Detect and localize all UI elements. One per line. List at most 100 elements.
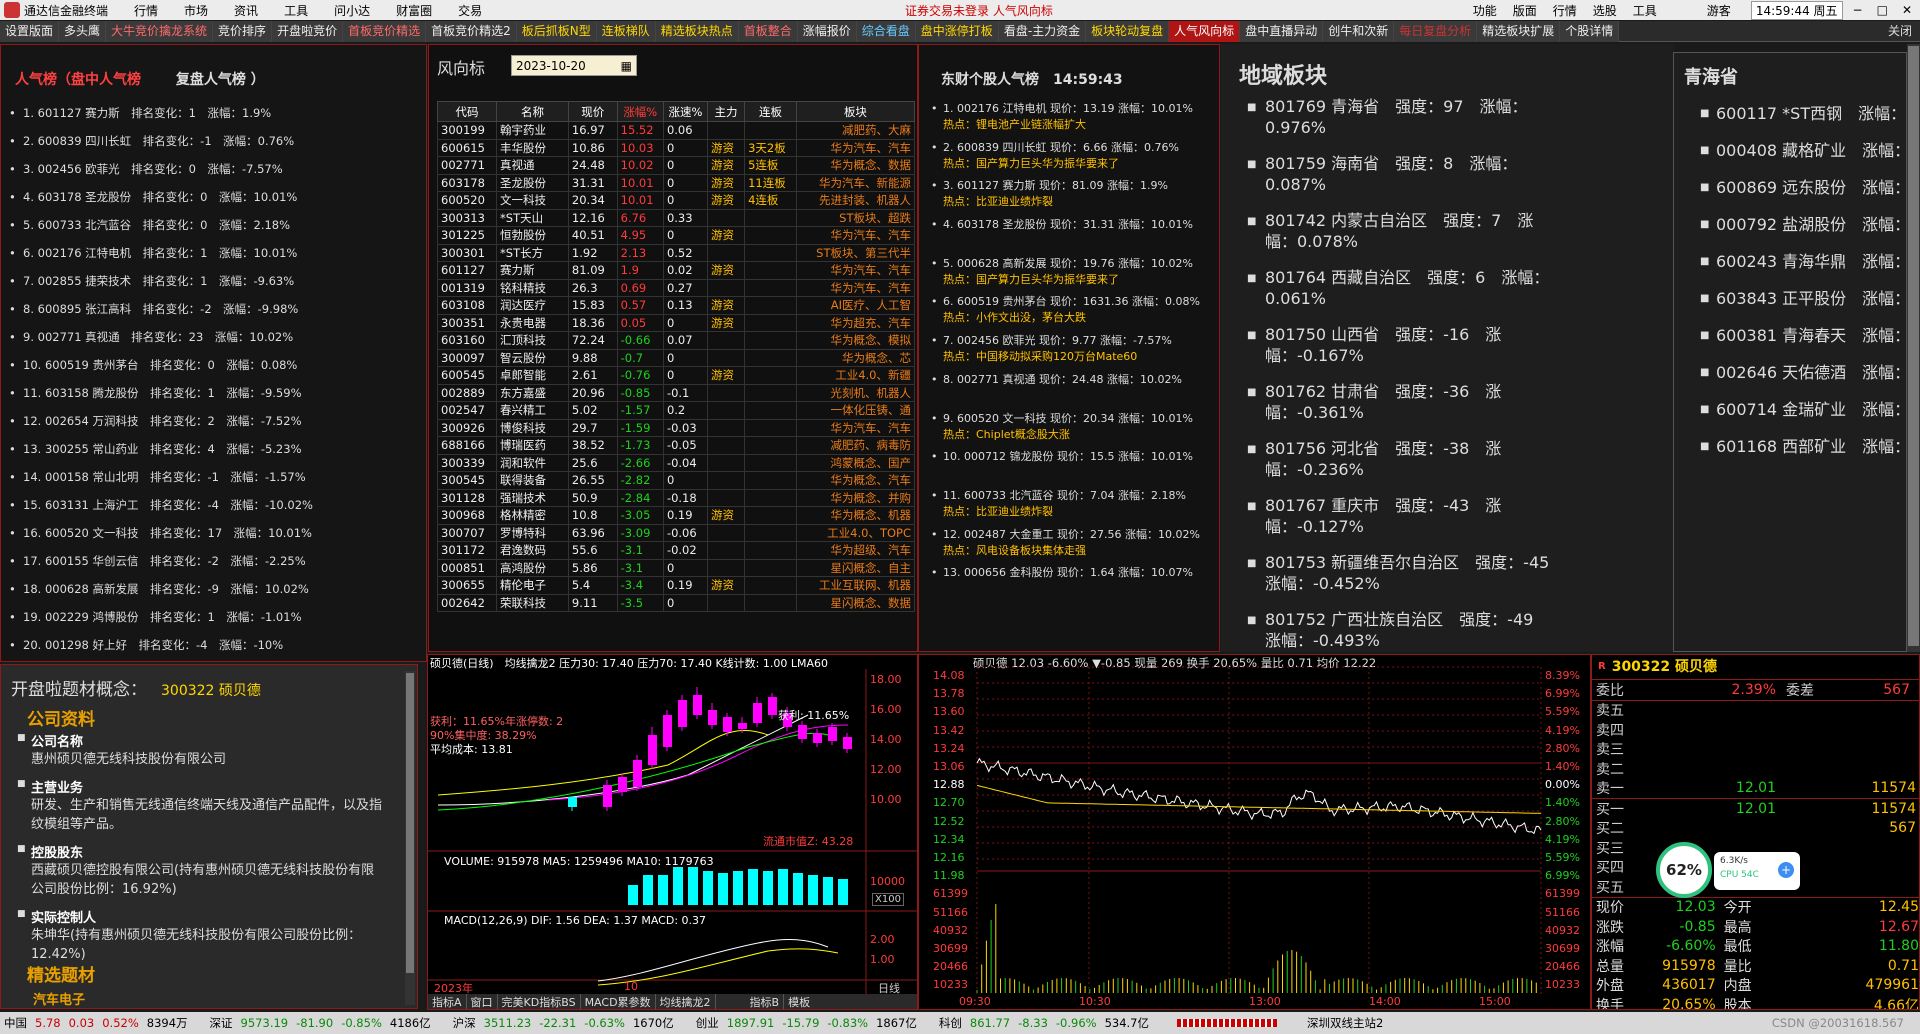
cpu-gauge[interactable]: 62% — [1656, 842, 1712, 898]
eastmoney-item[interactable]: • 7. 002456 欧菲光 现价：9.77 涨幅：-7.57% 热点：中国移动拟… — [929, 333, 1214, 372]
popularity-title[interactable]: 人气榜（盘中人气榜 — [15, 72, 141, 88]
wind-row[interactable]: 300339 润和软件 25.6 -2.66 -0.04 鸿蒙概念、国产 — [436, 453, 916, 472]
wind-row[interactable]: 600545 卓郎智能 2.61 -0.76 0 游资 工业4.0、新疆 — [436, 366, 916, 385]
wind-row[interactable]: 300707 罗博特科 63.96 -3.09 -0.06 工业4.0、TOPC — [436, 523, 916, 542]
menu-market[interactable]: 市场 — [184, 2, 208, 19]
wind-row[interactable]: 002889 东方嘉盛 20.96 -0.85 -0.1 光刻机、机器人 — [436, 383, 916, 402]
eastmoney-item[interactable]: • 13. 000656 金科股份 现价：1.64 涨幅：10.07% — [929, 565, 1214, 604]
tab-n-board[interactable]: 板后抓板N型 — [516, 21, 597, 42]
wind-row[interactable]: 600615 丰华股份 10.86 10.03 0 游资 3天2板 华为汽车、汽车 — [436, 138, 916, 157]
popularity-item[interactable]: 15. 603131 上海沪工 排名变化：-4 涨幅：-10.02% — [1, 491, 426, 519]
server-status[interactable]: 深圳双线主站2 — [1307, 1015, 1383, 1031]
wind-header-1[interactable]: 名称 — [496, 101, 569, 122]
region-item[interactable]: 801742 内蒙古自治区 强度：7 涨幅：0.078% — [1221, 210, 1551, 252]
tab-kd[interactable]: 完美KD指标BS — [498, 994, 581, 1009]
wind-row[interactable]: 000851 高鸿股份 5.86 -3.1 0 星闪概念、自主 — [436, 558, 916, 577]
menu-quote[interactable]: 行情 — [134, 2, 158, 19]
popularity-item[interactable]: 9. 002771 真视通 排名变化：23 涨幅：10.02% — [1, 323, 426, 351]
intraday-chart[interactable] — [919, 655, 1591, 1010]
status-index[interactable]: 科创 861.77 -8.33 -0.96% 534.7亿 — [939, 1015, 1157, 1031]
tab-first-board[interactable]: 首板竞价精选 — [343, 21, 427, 42]
menu-tool-right[interactable]: 工具 — [1633, 2, 1657, 19]
eastmoney-item[interactable]: • 8. 002771 真视通 现价：24.48 涨幅：10.02% — [929, 372, 1214, 411]
popularity-title-review[interactable]: 复盘人气榜 ） — [176, 72, 265, 88]
wind-row[interactable]: 002547 春兴精工 5.02 -1.57 0.2 一体化压铸、通 — [436, 401, 916, 420]
wind-header-7[interactable]: 板块 — [795, 101, 916, 122]
maximize-icon[interactable]: □ — [1877, 3, 1888, 17]
tab-main-funds[interactable]: 看盘-主力资金 — [998, 21, 1087, 42]
wind-row[interactable]: 600520 文一科技 20.34 10.01 0 游资 4连板 先进封装、机器人 — [436, 191, 916, 210]
popularity-item[interactable]: 11. 603158 腾龙股份 排名变化：1 涨幅：-9.59% — [1, 379, 426, 407]
status-index[interactable]: 创业 1897.91 -15.79 -0.83% 1867亿 — [696, 1015, 925, 1031]
wind-row[interactable]: 688166 博瑞医药 38.52 -1.73 -0.05 减肥药、病毒防 — [436, 436, 916, 455]
eastmoney-item[interactable]: • 1. 002176 江特电机 现价：13.19 涨幅：10.01% 热点：锂电池… — [929, 101, 1214, 140]
popularity-item[interactable]: 18. 000628 高新发展 排名变化：-9 涨幅：10.02% — [1, 575, 426, 603]
tab-stock-detail[interactable]: 个股详情 — [1560, 21, 1620, 42]
tab-sector-extend[interactable]: 精选板块扩展 — [1477, 21, 1561, 42]
province-stock[interactable]: 002646 天佑德酒 涨幅： — [1674, 354, 1906, 391]
minimize-icon[interactable]: − — [1853, 3, 1863, 17]
eastmoney-item[interactable]: • 12. 002487 大金重工 现价：27.56 涨幅：10.02% 热点：风电… — [929, 527, 1214, 566]
province-stock[interactable]: 600243 青海华鼎 涨幅： — [1674, 243, 1906, 280]
sell-row[interactable]: 卖二 — [1596, 759, 1919, 779]
popularity-item[interactable]: 16. 600520 文一科技 排名变化：17 涨幅：10.01% — [1, 519, 426, 547]
popularity-item[interactable]: 14. 000158 常山北明 排名变化：-1 涨幅：-1.57% — [1, 463, 426, 491]
popularity-item[interactable]: 13. 300255 常山药业 排名变化：4 涨幅：-5.23% — [1, 435, 426, 463]
tab-bull-eagle[interactable]: 多头鹰 — [59, 21, 107, 42]
tab-sector-rotation[interactable]: 板块轮动复盘 — [1086, 21, 1170, 42]
wind-row[interactable]: 300351 永贵电器 18.36 0.05 0 游资 华为超充、汽车 — [436, 313, 916, 332]
tab-first-board-2[interactable]: 首板竞价精选2 — [426, 21, 517, 42]
menu-quote-right[interactable]: 行情 — [1553, 2, 1577, 19]
wind-header-4[interactable]: 涨速% — [662, 101, 709, 122]
wind-row[interactable]: 300313 *ST天山 12.16 6.76 0.33 ST板块、超跌 — [436, 208, 916, 227]
region-item[interactable]: 801762 甘肃省 强度：-36 涨幅：-0.361% — [1221, 381, 1551, 423]
popularity-item[interactable]: 2. 600839 四川长虹 排名变化：-1 涨幅：0.76% — [1, 127, 426, 155]
tab-indicator-a[interactable]: 指标A — [428, 994, 467, 1009]
province-stock[interactable]: 600869 远东股份 涨幅： — [1674, 169, 1906, 206]
buy-row[interactable]: 买一 12.01 11574 — [1596, 799, 1919, 819]
region-item[interactable]: 801759 海南省 强度：8 涨幅：0.087% — [1221, 153, 1551, 195]
region-item[interactable]: 801756 河北省 强度：-38 涨幅：-0.236% — [1221, 438, 1551, 480]
wind-row[interactable]: 301225 恒勃股份 40.51 4.95 0 游资 华为汽车、汽车 — [436, 226, 916, 245]
wind-header-2[interactable]: 现价 — [567, 101, 618, 122]
sell-row[interactable]: 卖五 — [1596, 701, 1919, 721]
province-stock[interactable]: 000792 盐湖股份 涨幅： — [1674, 206, 1906, 243]
region-item[interactable]: 801764 西藏自治区 强度：6 涨幅：0.061% — [1221, 267, 1551, 309]
menu-ask[interactable]: 问小达 — [334, 2, 370, 19]
date-picker[interactable]: 2023-10-20 ▦ — [511, 55, 637, 76]
wind-row[interactable]: 001319 铭科精技 26.3 0.69 0.27 华为汽车、汽车 — [436, 278, 916, 297]
wind-row[interactable]: 300926 博俊科技 29.7 -1.59 -0.03 华为汽车、汽车 — [436, 418, 916, 437]
menu-wealth[interactable]: 财富圈 — [396, 2, 432, 19]
tab-first-board-merge[interactable]: 首板整合 — [738, 21, 798, 42]
eastmoney-item[interactable]: • 11. 600733 北汽蓝谷 现价：7.04 涨幅：2.18% 热点：比亚迪业… — [929, 488, 1214, 527]
tab-gain-quote[interactable]: 涨幅报价 — [797, 21, 857, 42]
right-scrollbar[interactable] — [1907, 44, 1920, 652]
eastmoney-item[interactable]: • 2. 600839 四川长虹 现价：6.66 涨幅：0.76% 热点：国产算力巨… — [929, 140, 1214, 179]
popularity-item[interactable]: 6. 002176 江特电机 排名变化：1 涨幅：10.01% — [1, 239, 426, 267]
tab-live-anomaly[interactable]: 盘中直播异动 — [1240, 21, 1324, 42]
tab-ladder[interactable]: 连板梯队 — [596, 21, 656, 42]
province-stock[interactable]: 000408 藏格矿业 涨幅： — [1674, 132, 1906, 169]
province-stock[interactable]: 601168 西部矿业 涨幅： — [1674, 428, 1906, 465]
status-index[interactable]: 沪深 3511.23 -22.31 -0.63% 1670亿 — [453, 1015, 682, 1031]
wind-row[interactable]: 301128 强瑞技术 50.9 -2.84 -0.18 华为概念、并购 — [436, 488, 916, 507]
wind-row[interactable]: 300301 *ST长方 1.92 2.13 0.52 ST板块、第三代半 — [436, 243, 916, 262]
wind-row[interactable]: 300545 联得装备 26.55 -2.82 0 华为概念、汽车 — [436, 471, 916, 490]
province-stock[interactable]: 600381 青海春天 涨幅： — [1674, 317, 1906, 354]
buy-row[interactable]: 买二 567 — [1596, 819, 1919, 839]
wind-row[interactable]: 603178 圣龙股份 31.31 10.01 0 游资 11连板 华为汽车、新能源 — [436, 173, 916, 192]
popularity-item[interactable]: 12. 002654 万润科技 排名变化：2 涨幅：-7.52% — [1, 407, 426, 435]
province-stock[interactable]: 603843 正平股份 涨幅： — [1674, 280, 1906, 317]
tab-template[interactable]: 模板 — [784, 994, 814, 1009]
wind-row[interactable]: 300097 智云股份 9.88 -0.7 0 华为概念、芯 — [436, 348, 916, 367]
province-stock[interactable]: 600117 *ST西钢 涨幅： — [1674, 95, 1906, 132]
province-stock[interactable]: 600714 金瑞矿业 涨幅： — [1674, 391, 1906, 428]
concept-scrollbar[interactable] — [405, 671, 415, 1005]
status-index[interactable]: 深证 9573.19 -81.90 -0.85% 4186亿 — [210, 1015, 439, 1031]
popularity-item[interactable]: 7. 002855 捷荣技术 排名变化：1 涨幅：-9.63% — [1, 267, 426, 295]
tab-limit-up[interactable]: 盘中涨停打板 — [915, 21, 999, 42]
popularity-item[interactable]: 5. 600733 北汽蓝谷 排名变化：0 涨幅：2.18% — [1, 211, 426, 239]
tab-kpl-auction[interactable]: 开盘啦竞价 — [272, 21, 344, 42]
tab-close[interactable]: 关闭 — [1880, 21, 1920, 41]
calendar-icon[interactable]: ▦ — [621, 56, 632, 77]
